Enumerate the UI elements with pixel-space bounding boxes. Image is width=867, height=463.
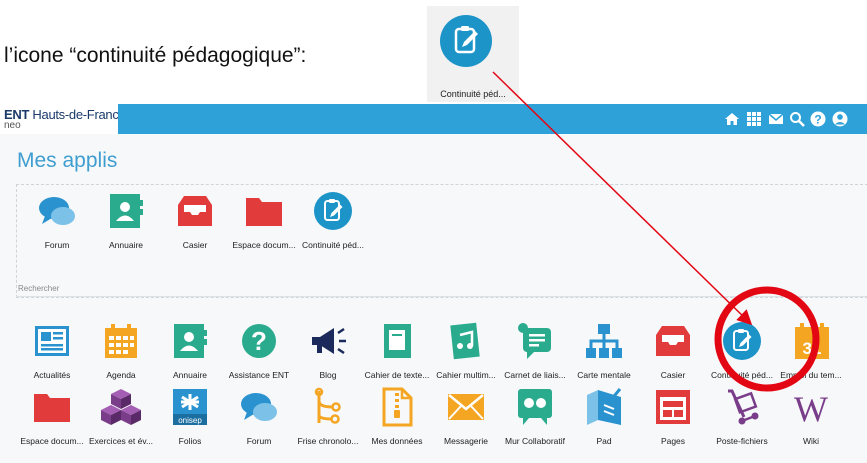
locker-icon [653,321,693,361]
app-label: Emploi du tem... [780,370,842,380]
timeline-icon [308,387,348,427]
caption-text: l’icone “continuité pédagogique”: [4,44,307,67]
app-tile[interactable]: Continuité péd... [293,191,373,253]
app-tile[interactable]: W Wiki [771,387,851,449]
news-icon [32,321,72,361]
page-title: Mes applis [17,149,118,172]
logo-region: Hauts-de-France [32,107,126,122]
folios-icon: onisep [170,387,210,427]
mindmap-icon [584,321,624,361]
continuity-icon [722,321,762,361]
pages-icon [653,387,693,427]
ent-header: ENT Hauts-de-France neo ? [0,104,867,134]
timetable-icon: 31 [791,321,831,361]
continuity-preview-label: Continuité péd... [440,89,506,99]
pad-icon [584,387,624,427]
forum-icon [37,191,77,231]
continuity-preview: Continuité péd... [427,6,519,102]
home-icon[interactable] [724,111,740,127]
calendar-icon [101,321,141,361]
cart-icon [722,387,762,427]
ent-logo[interactable]: ENT Hauts-de-France neo [0,104,126,134]
directory-icon [170,321,210,361]
search-label: Rechercher [18,284,60,293]
svg-text:onisep: onisep [178,416,202,425]
wiki-icon: W [791,387,831,429]
wall-icon [515,387,555,427]
header-bar: ? [118,104,867,134]
notebook-icon [377,321,417,361]
megaphone-icon [308,321,348,361]
app-label: Wiki [802,436,820,446]
locker-icon [175,191,215,231]
app-tile[interactable]: 31 Emploi du tem... [771,321,851,383]
zip-file-icon [377,387,417,427]
search-divider [16,296,867,297]
help-icon: ? [239,321,279,361]
envelope-icon [446,387,486,427]
multimedia-icon [446,321,486,361]
svg-text:31: 31 [803,339,822,358]
user-icon[interactable] [832,111,848,127]
apps-grid-icon[interactable] [746,111,762,127]
mail-icon[interactable] [768,111,784,127]
folder-icon [32,387,72,427]
directory-icon [106,191,146,231]
help-icon[interactable]: ? [810,111,826,127]
continuity-icon [313,191,353,231]
svg-text:?: ? [814,113,821,127]
forum-icon [239,387,279,427]
chat-icon [515,321,555,361]
app-label: Continuité péd... [302,240,364,250]
svg-text:?: ? [251,326,267,356]
cubes-icon [101,387,141,427]
folder-icon [244,191,284,231]
svg-text:W: W [794,389,828,427]
logo-neo: neo [4,120,21,131]
search-icon[interactable] [789,111,805,127]
continuity-preview-icon [440,15,492,67]
